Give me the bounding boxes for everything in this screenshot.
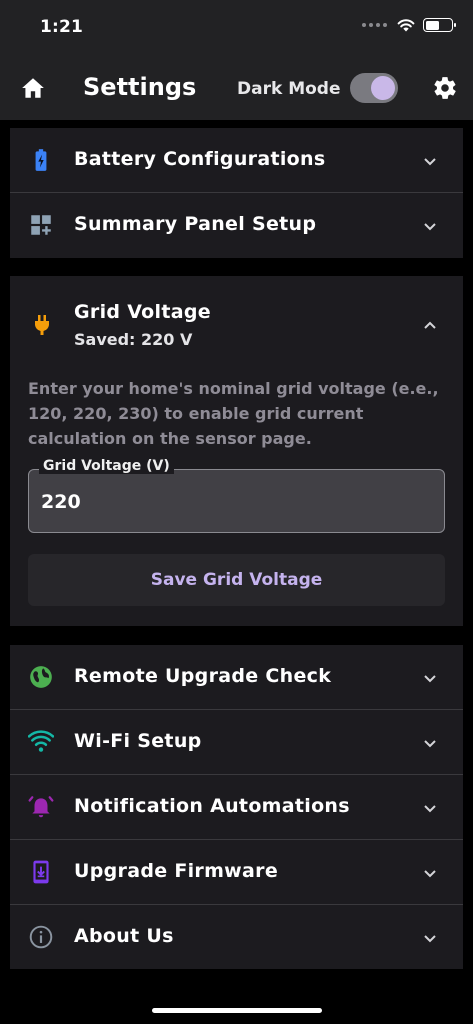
home-indicator[interactable] [152, 1008, 322, 1013]
grid-voltage-description: Enter your home's nominal grid voltage (… [28, 379, 439, 448]
battery-status-icon [423, 18, 456, 32]
alarm-bell-icon [28, 796, 54, 818]
gear-icon[interactable] [432, 75, 458, 101]
section-upgrade-firmware[interactable]: Upgrade Firmware [10, 840, 463, 905]
grid-voltage-input[interactable] [41, 488, 421, 516]
status-time: 1:21 [40, 17, 84, 37]
section-notification-automations[interactable]: Notification Automations [10, 775, 463, 840]
section-battery-configurations[interactable]: Battery Configurations [10, 128, 463, 193]
section-label: Wi-Fi Setup [74, 730, 202, 752]
phone-download-icon [33, 860, 49, 884]
chevron-down-icon[interactable] [421, 799, 439, 817]
chevron-down-icon[interactable] [421, 217, 439, 235]
wifi-icon [28, 730, 54, 752]
chevron-down-icon[interactable] [421, 152, 439, 170]
grid-voltage-field[interactable]: Grid Voltage (V) [28, 458, 445, 533]
chevron-up-icon[interactable] [421, 317, 439, 335]
settings-card-bottom: Remote Upgrade Check Wi-Fi Setup Notific… [10, 645, 463, 969]
dashboard-add-icon [31, 215, 51, 235]
chevron-down-icon[interactable] [421, 734, 439, 752]
signal-dots-icon [362, 23, 387, 27]
section-remote-upgrade-check[interactable]: Remote Upgrade Check [10, 645, 463, 710]
grid-voltage-saved: Saved: 220 V [74, 330, 193, 349]
page-title: Settings [83, 73, 197, 101]
section-label: Upgrade Firmware [74, 860, 279, 882]
globe-icon [30, 666, 52, 688]
chevron-down-icon[interactable] [421, 669, 439, 687]
status-bar: 1:21 [0, 0, 473, 60]
section-label: Summary Panel Setup [74, 213, 317, 235]
chevron-down-icon[interactable] [421, 864, 439, 882]
app-bar: Settings Dark Mode [0, 60, 473, 120]
grid-voltage-title: Grid Voltage [74, 301, 211, 323]
section-label: Remote Upgrade Check [74, 665, 332, 687]
section-label: Notification Automations [74, 795, 350, 817]
chevron-down-icon[interactable] [421, 929, 439, 947]
toggle-knob [371, 76, 395, 100]
plug-icon [35, 315, 49, 335]
info-icon [29, 925, 53, 949]
section-summary-panel-setup[interactable]: Summary Panel Setup [10, 193, 463, 258]
section-wifi-setup[interactable]: Wi-Fi Setup [10, 710, 463, 775]
dark-mode-toggle[interactable] [350, 73, 398, 103]
battery-icon [35, 149, 47, 171]
dark-mode-label: Dark Mode [237, 79, 341, 99]
section-label: About Us [74, 925, 174, 947]
save-grid-voltage-button[interactable]: Save Grid Voltage [28, 554, 445, 606]
settings-card-top: Battery Configurations Summary Panel Set… [10, 128, 463, 258]
section-about-us[interactable]: About Us [10, 905, 463, 970]
wifi-status-icon [397, 19, 415, 32]
section-label: Battery Configurations [74, 148, 326, 170]
home-icon[interactable] [20, 75, 46, 101]
grid-voltage-card: Grid Voltage Saved: 220 V Enter your hom… [10, 276, 463, 626]
status-icons [362, 18, 456, 32]
grid-voltage-field-label: Grid Voltage (V) [39, 458, 174, 474]
